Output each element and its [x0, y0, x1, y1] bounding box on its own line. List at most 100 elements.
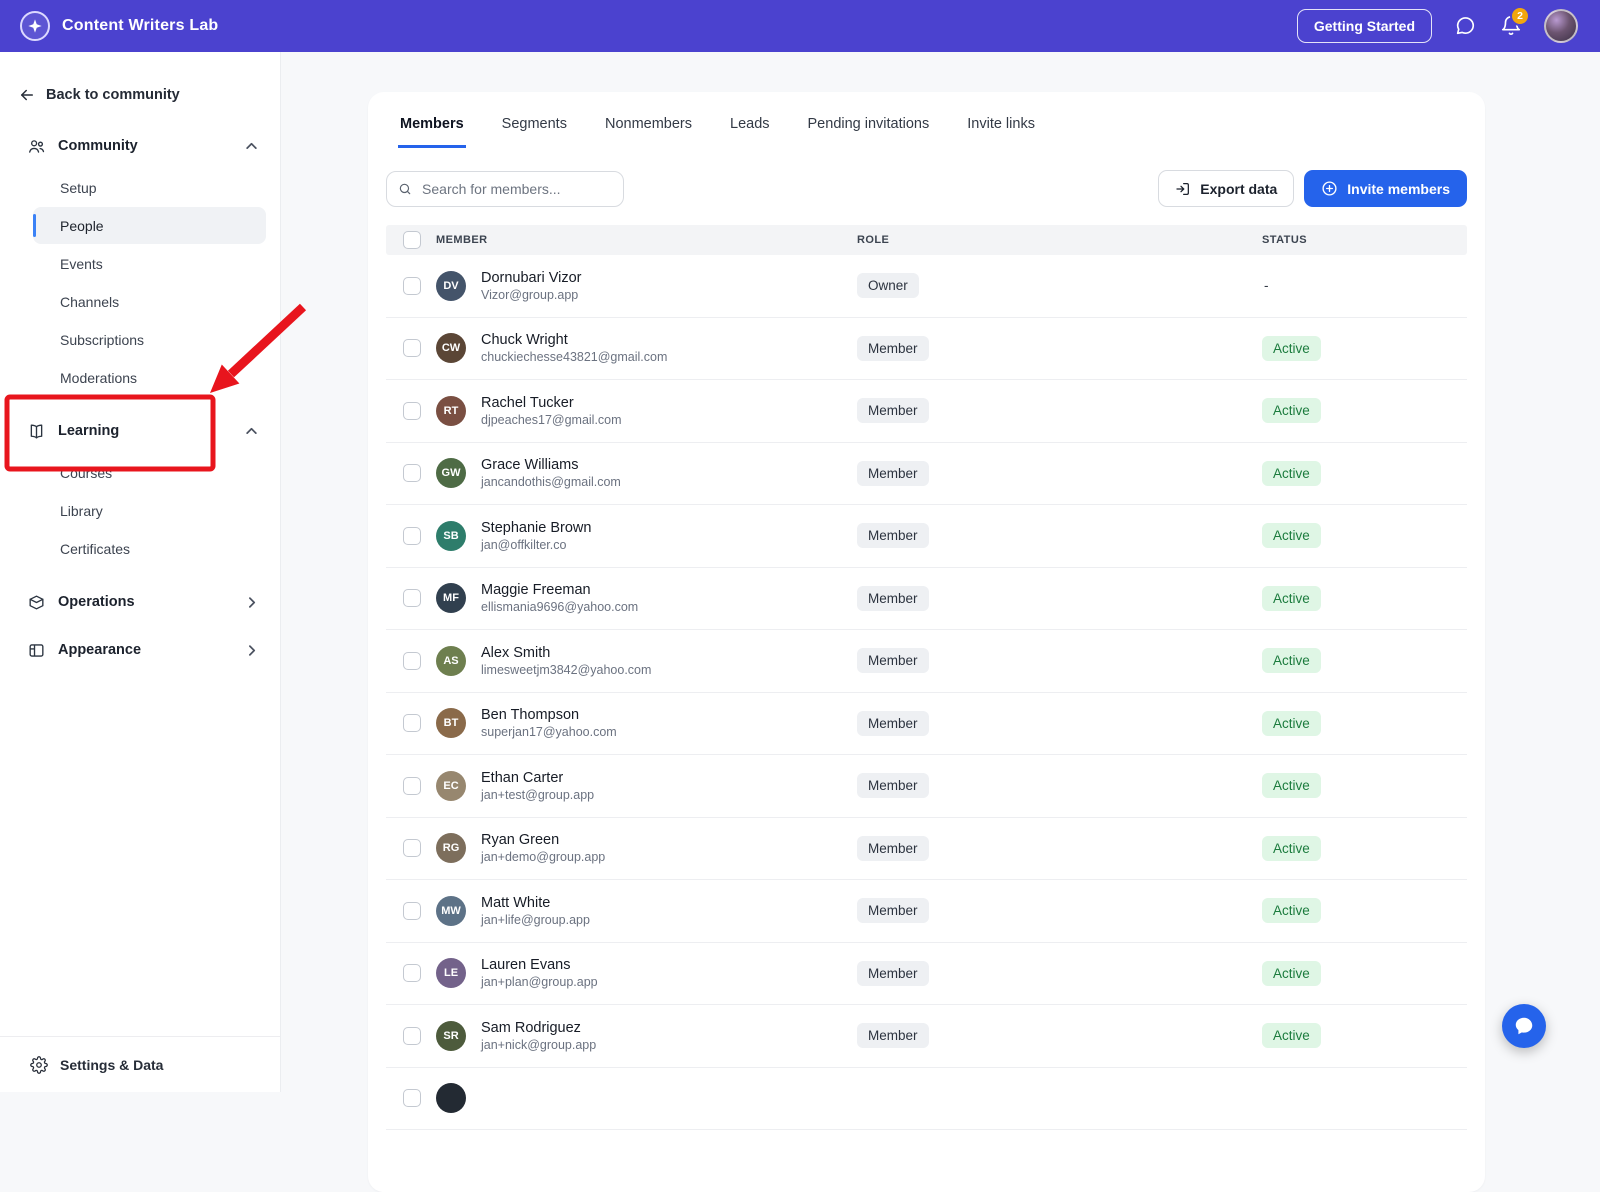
sidebar-item-courses[interactable]: Courses	[33, 454, 266, 491]
back-to-community-link[interactable]: Back to community	[16, 76, 266, 114]
sidebar-item-moderations[interactable]: Moderations	[33, 359, 266, 396]
sidebar-item-subscriptions[interactable]: Subscriptions	[33, 321, 266, 358]
table-row[interactable]: BT Ben Thompson superjan17@yahoo.com Mem…	[386, 693, 1467, 756]
column-header-status: STATUS	[1262, 234, 1467, 246]
table-row[interactable]: SB Stephanie Brown jan@offkilter.co Memb…	[386, 505, 1467, 568]
table-row[interactable]: CW Chuck Wright chuckiechesse43821@gmail…	[386, 318, 1467, 381]
member-name: Maggie Freeman	[481, 581, 638, 599]
sidebar-section-header-learning[interactable]: Learning	[16, 411, 266, 451]
table-row[interactable]: MW Matt White jan+life@group.app Member …	[386, 880, 1467, 943]
status-badge: Active	[1262, 711, 1321, 736]
member-search[interactable]	[386, 171, 624, 207]
search-input[interactable]	[420, 180, 612, 198]
back-arrow-icon	[18, 86, 36, 104]
table-row[interactable]: DV Dornubari Vizor Vizor@group.app Owner…	[386, 255, 1467, 318]
row-checkbox[interactable]	[403, 339, 421, 357]
user-avatar[interactable]	[1544, 9, 1578, 43]
sidebar-item-channels[interactable]: Channels	[33, 283, 266, 320]
member-email: jan+nick@group.app	[481, 1037, 596, 1053]
status-badge: Active	[1262, 961, 1321, 986]
members-table: MEMBER ROLE STATUS DV Dornubari Vizor Vi…	[386, 225, 1467, 1130]
community-section-label: Community	[58, 138, 233, 154]
sidebar-item-setup[interactable]: Setup	[33, 169, 266, 206]
row-checkbox[interactable]	[403, 277, 421, 295]
plus-circle-icon	[1321, 180, 1338, 197]
role-badge: Member	[857, 961, 929, 986]
member-avatar: CW	[436, 333, 466, 363]
sidebar: Back to community Community Setup People	[0, 52, 281, 1092]
row-checkbox[interactable]	[403, 652, 421, 670]
invite-members-button[interactable]: Invite members	[1304, 170, 1467, 207]
sidebar-item-library[interactable]: Library	[33, 492, 266, 529]
search-icon	[398, 181, 412, 197]
row-checkbox[interactable]	[403, 777, 421, 795]
notifications-bell-icon[interactable]: 2	[1498, 13, 1524, 39]
member-email: jan@offkilter.co	[481, 537, 591, 553]
sidebar-section-learning: Learning Courses Library Certificates	[16, 411, 266, 574]
tab-invite-links[interactable]: Invite links	[965, 92, 1037, 148]
status-badge: Active	[1262, 648, 1321, 673]
member-name: Grace Williams	[481, 456, 621, 474]
tab-leads[interactable]: Leads	[728, 92, 772, 148]
learning-section-label: Learning	[58, 423, 233, 439]
member-name: Chuck Wright	[481, 331, 667, 349]
column-header-member: MEMBER	[436, 234, 857, 246]
member-email: jan+demo@group.app	[481, 849, 605, 865]
sidebar-item-people[interactable]: People	[33, 207, 266, 244]
table-row[interactable]: RT Rachel Tucker djpeaches17@gmail.com M…	[386, 380, 1467, 443]
row-checkbox[interactable]	[403, 402, 421, 420]
row-checkbox[interactable]	[403, 527, 421, 545]
sidebar-section-header-operations[interactable]: Operations	[16, 582, 266, 622]
export-data-label: Export data	[1200, 181, 1277, 197]
role-badge: Member	[857, 336, 929, 361]
sidebar-item-certificates[interactable]: Certificates	[33, 530, 266, 567]
row-checkbox[interactable]	[403, 902, 421, 920]
settings-and-data-label: Settings & Data	[60, 1057, 163, 1073]
tab-pending-invitations[interactable]: Pending invitations	[806, 92, 932, 148]
member-email: Vizor@group.app	[481, 287, 581, 303]
table-row[interactable]: LE Lauren Evans jan+plan@group.app Membe…	[386, 943, 1467, 1006]
role-badge: Member	[857, 711, 929, 736]
sidebar-item-label: Events	[60, 256, 103, 272]
sidebar-section-header-community[interactable]: Community	[16, 126, 266, 166]
getting-started-button[interactable]: Getting Started	[1297, 9, 1432, 43]
app-logo-icon[interactable]	[20, 11, 50, 41]
select-all-checkbox[interactable]	[403, 231, 421, 249]
row-checkbox[interactable]	[403, 964, 421, 982]
tab-nonmembers[interactable]: Nonmembers	[603, 92, 694, 148]
member-avatar: RG	[436, 833, 466, 863]
member-avatar: GW	[436, 458, 466, 488]
member-name: Sam Rodriguez	[481, 1019, 596, 1037]
brand: Content Writers Lab	[20, 11, 218, 41]
chat-icon[interactable]	[1452, 13, 1478, 39]
row-checkbox[interactable]	[403, 1027, 421, 1045]
settings-and-data-link[interactable]: Settings & Data	[0, 1036, 280, 1092]
tab-segments[interactable]: Segments	[500, 92, 569, 148]
export-data-button[interactable]: Export data	[1158, 170, 1294, 207]
appearance-section-label: Appearance	[58, 642, 233, 658]
table-row[interactable]: AS Alex Smith limesweetjm3842@yahoo.com …	[386, 630, 1467, 693]
role-badge: Member	[857, 461, 929, 486]
operations-section-label: Operations	[58, 594, 233, 610]
table-row[interactable]: MF Maggie Freeman ellismania9696@yahoo.c…	[386, 568, 1467, 631]
table-row[interactable]: GW Grace Williams jancandothis@gmail.com…	[386, 443, 1467, 506]
status-badge: -	[1262, 273, 1271, 298]
row-checkbox[interactable]	[403, 714, 421, 732]
app-title: Content Writers Lab	[62, 17, 218, 35]
member-name: Ryan Green	[481, 831, 605, 849]
row-checkbox[interactable]	[403, 589, 421, 607]
table-row[interactable]: SR Sam Rodriguez jan+nick@group.app Memb…	[386, 1005, 1467, 1068]
table-row-partial[interactable]	[386, 1068, 1467, 1131]
row-checkbox[interactable]	[403, 839, 421, 857]
chat-launcher-button[interactable]	[1502, 1004, 1546, 1048]
table-row[interactable]: RG Ryan Green jan+demo@group.app Member …	[386, 818, 1467, 881]
sidebar-item-label: Subscriptions	[60, 332, 144, 348]
member-avatar: MF	[436, 583, 466, 613]
row-checkbox[interactable]	[403, 464, 421, 482]
sidebar-section-header-appearance[interactable]: Appearance	[16, 630, 266, 670]
chevron-right-icon	[245, 644, 258, 657]
tab-members[interactable]: Members	[398, 92, 466, 148]
status-badge: Active	[1262, 1023, 1321, 1048]
table-row[interactable]: EC Ethan Carter jan+test@group.app Membe…	[386, 755, 1467, 818]
sidebar-item-events[interactable]: Events	[33, 245, 266, 282]
